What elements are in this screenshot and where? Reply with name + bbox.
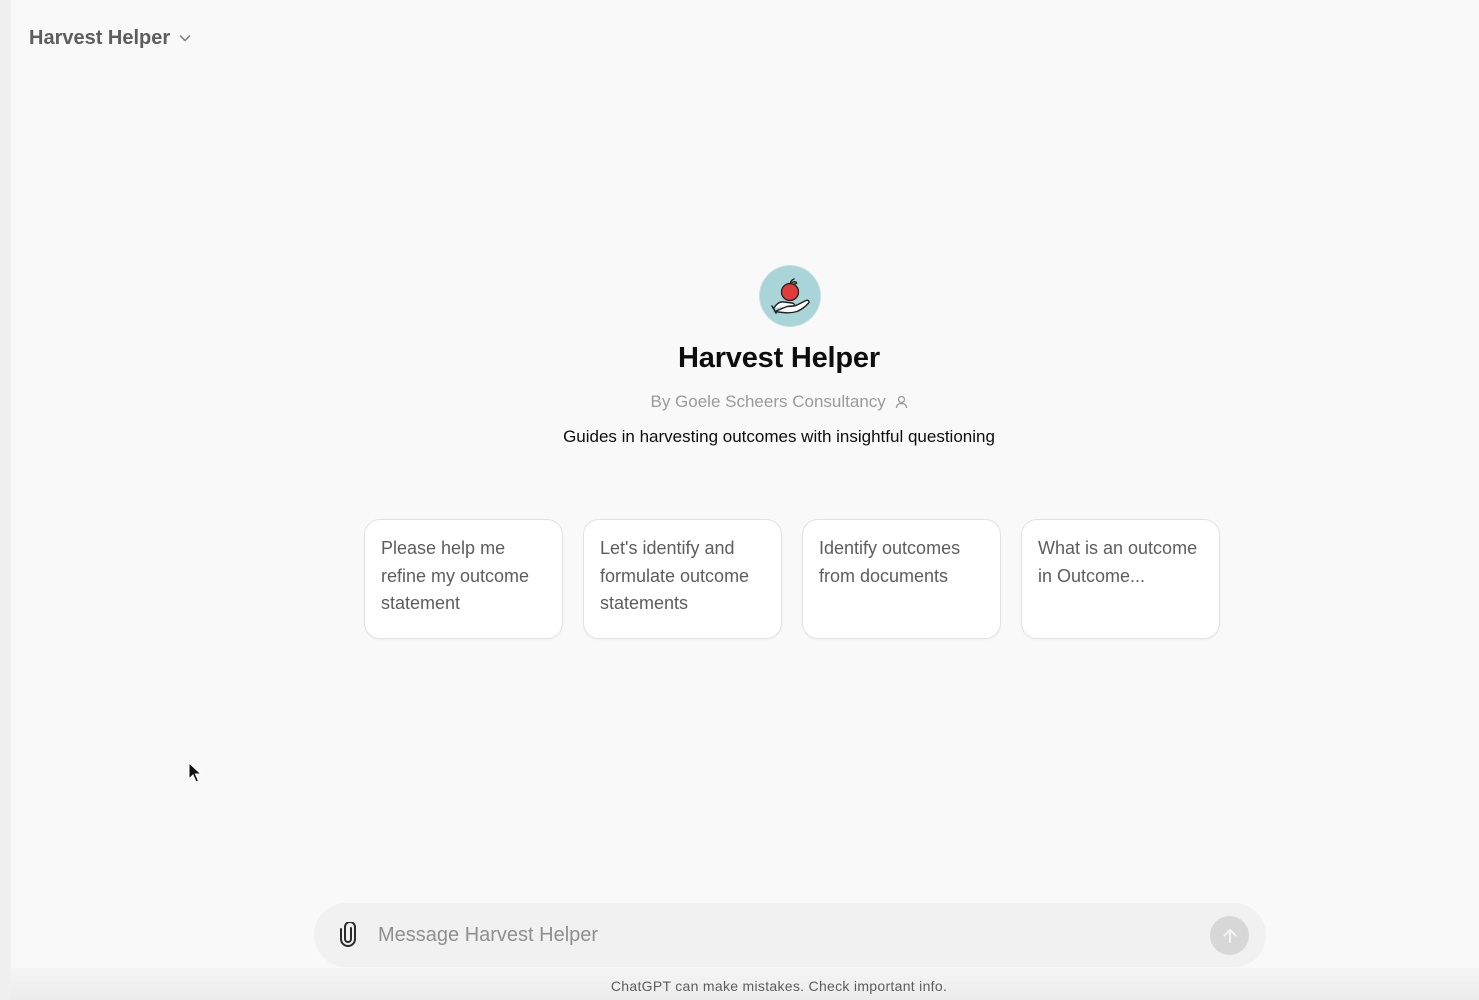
starter-card-2[interactable]: Let's identify and formulate outcome sta… — [583, 519, 782, 639]
gpt-author-label: By Goele Scheers Consultancy — [650, 392, 886, 411]
starter-card-4[interactable]: What is an outcome in Outcome... — [1021, 519, 1220, 639]
attach-button[interactable] — [336, 921, 360, 949]
disclaimer-text: ChatGPT can make mistakes. Check importa… — [610, 978, 948, 994]
mouse-cursor-icon — [188, 762, 202, 783]
gpt-description: Guides in harvesting outcomes with insig… — [563, 427, 995, 446]
gpt-title: Harvest Helper — [678, 342, 880, 374]
window-edge — [0, 0, 11, 1000]
hand-holding-apple-icon — [771, 278, 810, 314]
chat-app: Harvest Helper Harvest Helper By Goele S… — [11, 0, 1479, 1000]
chevron-down-icon — [179, 35, 191, 42]
starter-card-1[interactable]: Please help me refine my outcome stateme… — [364, 519, 563, 639]
person-icon — [895, 395, 907, 409]
paperclip-icon — [340, 922, 356, 947]
gpt-avatar — [760, 266, 820, 326]
send-button[interactable] — [1210, 916, 1249, 955]
starter-card-3[interactable]: Identify outcomes from documents — [802, 519, 1001, 639]
arrow-up-icon — [1223, 928, 1236, 943]
gpt-author[interactable]: By Goele Scheers Consultancy — [0, 392, 1479, 412]
message-input[interactable] — [378, 919, 1178, 951]
message-composer — [314, 903, 1266, 967]
conversation-starters: Please help me refine my outcome stateme… — [364, 519, 1220, 639]
model-name: Harvest Helper — [29, 26, 171, 49]
model-switcher[interactable]: Harvest Helper — [29, 24, 192, 52]
